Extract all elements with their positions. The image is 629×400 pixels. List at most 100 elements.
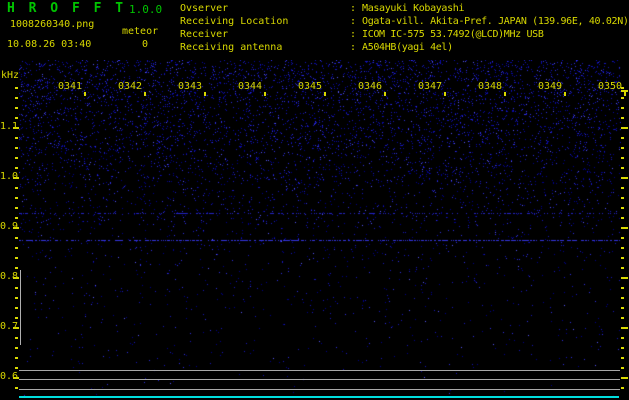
- tick-mark: [621, 157, 624, 159]
- freq-tick-label: 1.0: [0, 171, 19, 182]
- tick-mark: [621, 327, 628, 329]
- time-tick-label: 0342: [117, 81, 143, 92]
- frequency-unit-label: kHz: [1, 70, 20, 81]
- time-tick-label: 0341: [57, 81, 83, 92]
- tick-mark: [15, 87, 18, 89]
- hrofft-window: H R O F F T 1.0.0 1008260340.png meteor …: [0, 0, 629, 400]
- tick-mark: [264, 92, 266, 96]
- tick-mark: [15, 247, 18, 249]
- tick-mark: [621, 247, 624, 249]
- time-tick-label: 0348: [477, 81, 503, 92]
- info-label: Receiving antenna: [180, 42, 283, 53]
- signal-level-trace-line: [19, 370, 620, 371]
- tick-mark: [621, 107, 624, 109]
- tick-mark: [15, 167, 18, 169]
- time-tick-label: 0344: [237, 81, 263, 92]
- tick-mark: [621, 227, 628, 229]
- info-label: Ovserver: [180, 3, 229, 14]
- info-separator: :: [350, 29, 363, 40]
- tick-mark: [621, 97, 624, 99]
- info-line-antenna: Receiving antenna: A504HB(yagi 4el): [180, 42, 629, 55]
- observation-datetime: 10.08.26 03:40: [7, 39, 92, 50]
- tick-mark: [13, 177, 19, 179]
- tick-mark: [621, 237, 624, 239]
- info-separator: :: [350, 16, 363, 27]
- info-value: Masayuki Kobayashi: [362, 3, 465, 14]
- tick-mark: [15, 287, 18, 289]
- tick-mark: [621, 167, 624, 169]
- freq-tick-label: 0.6: [0, 371, 19, 382]
- tick-mark: [504, 92, 506, 96]
- tick-mark: [621, 357, 624, 359]
- tick-mark: [13, 277, 19, 279]
- tick-mark: [564, 92, 566, 96]
- tick-mark: [15, 117, 18, 119]
- tick-mark: [624, 92, 626, 96]
- time-tick-label: 0350: [597, 81, 623, 92]
- tick-mark: [621, 137, 624, 139]
- tick-mark: [15, 157, 18, 159]
- time-tick-label: 0347: [417, 81, 443, 92]
- info-value: ICOM IC-575 53.7492(@LCD)MHz USB: [362, 29, 544, 40]
- tick-mark: [621, 257, 624, 259]
- signal-level-trace-line: [19, 389, 620, 390]
- tick-mark: [621, 177, 628, 179]
- freq-tick-label: 0.9: [0, 221, 19, 232]
- tick-mark: [621, 197, 624, 199]
- tick-mark: [384, 92, 386, 96]
- freq-tick-label: 0.8: [0, 271, 19, 282]
- tick-mark: [621, 337, 624, 339]
- tick-mark: [15, 197, 18, 199]
- tick-mark: [621, 297, 624, 299]
- tick-mark: [15, 267, 18, 269]
- tick-mark: [621, 277, 628, 279]
- tick-mark: [15, 207, 18, 209]
- tick-mark: [324, 92, 326, 96]
- tick-mark: [621, 187, 624, 189]
- tick-mark: [15, 387, 18, 389]
- info-label: Receiver: [180, 29, 229, 40]
- baseline-cyan-trace: [19, 396, 619, 398]
- time-tick-label: 0343: [177, 81, 203, 92]
- tick-mark: [84, 92, 86, 96]
- tick-mark: [15, 357, 18, 359]
- spectrogram-canvas: [19, 60, 621, 398]
- tick-mark: [15, 337, 18, 339]
- tick-mark: [15, 297, 18, 299]
- tick-mark: [15, 147, 18, 149]
- freq-tick-label: 1.1: [0, 121, 19, 132]
- station-info-block: Ovserver: Masayuki Kobayashi Receiving L…: [180, 3, 629, 55]
- tick-mark: [621, 217, 624, 219]
- tick-mark: [204, 92, 206, 96]
- tick-mark: [15, 97, 18, 99]
- tick-mark: [13, 227, 19, 229]
- tick-mark: [621, 117, 624, 119]
- tick-mark: [444, 92, 446, 96]
- tick-mark: [621, 287, 624, 289]
- signal-level-trace-line: [19, 379, 620, 380]
- tick-mark: [15, 257, 18, 259]
- tick-mark: [621, 207, 624, 209]
- tick-mark: [144, 92, 146, 96]
- info-separator: :: [350, 42, 363, 53]
- tick-mark: [15, 367, 18, 369]
- tick-mark: [15, 237, 18, 239]
- tick-mark: [621, 147, 624, 149]
- tick-mark: [621, 317, 624, 319]
- time-tick-label: 0346: [357, 81, 383, 92]
- tick-mark: [13, 327, 19, 329]
- tick-mark: [621, 377, 628, 379]
- tick-mark: [621, 387, 624, 389]
- info-line-location: Receiving Location: Ogata-vill. Akita-Pr…: [180, 16, 629, 29]
- freq-tick-label: 0.7: [0, 321, 19, 332]
- info-separator: :: [350, 3, 363, 14]
- tick-mark: [15, 187, 18, 189]
- signal-level-vertical-trace: [20, 270, 21, 345]
- info-line-receiver: Receiver: ICOM IC-575 53.7492(@LCD)MHz U…: [180, 29, 629, 42]
- info-label: Receiving Location: [180, 16, 289, 27]
- echo-count: 0: [142, 39, 149, 50]
- info-value: Ogata-vill. Akita-Pref. JAPAN (139.96E, …: [362, 16, 629, 27]
- tick-mark: [621, 307, 624, 309]
- tick-mark: [13, 127, 19, 129]
- tick-mark: [15, 137, 18, 139]
